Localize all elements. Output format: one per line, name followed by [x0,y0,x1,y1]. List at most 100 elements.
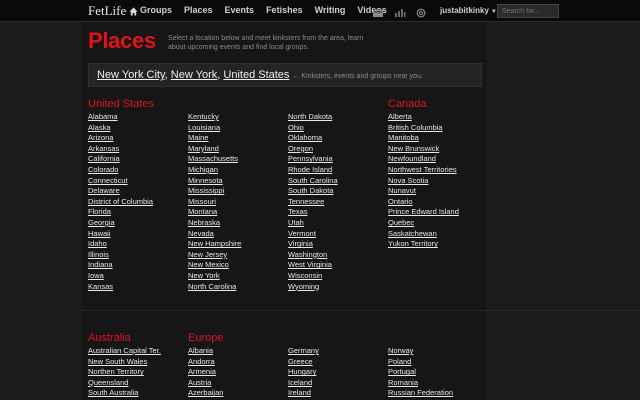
us-state-link-washington[interactable]: Washington [288,250,338,261]
nav-places[interactable]: Places [184,5,213,15]
us-state-link-california[interactable]: California [88,154,153,165]
europe-country-link-portugal[interactable]: Portugal [388,367,453,378]
europe-country-link-albania[interactable]: Albania [188,346,223,357]
us-state-link-south-dakota[interactable]: South Dakota [288,186,338,197]
us-state-link-kansas[interactable]: Kansas [88,282,153,293]
region-title-united-states[interactable]: United States [88,98,154,110]
europe-country-link-norway[interactable]: Norway [388,346,453,357]
us-state-link-iowa[interactable]: Iowa [88,271,153,282]
us-state-link-nevada[interactable]: Nevada [188,229,241,240]
us-state-link-maryland[interactable]: Maryland [188,144,241,155]
us-state-link-illinois[interactable]: Illinois [88,250,153,261]
us-state-link-indiana[interactable]: Indiana [88,260,153,271]
canada-province-link-prince-edward-island[interactable]: Prince Edward Island [388,207,459,218]
europe-country-link-hungary[interactable]: Hungary [288,367,319,378]
australia-state-link-australian-capital-ter[interactable]: Australian Capital Ter. [88,346,161,357]
canada-province-link-manitoba[interactable]: Manitoba [388,133,459,144]
us-state-link-maine[interactable]: Maine [188,133,241,144]
current-country-link[interactable]: United States [223,69,289,81]
current-city-link[interactable]: New York City [97,69,165,81]
us-state-link-district-of-columbia[interactable]: District of Columbia [88,197,153,208]
search-input[interactable] [497,4,559,18]
us-state-link-idaho[interactable]: Idaho [88,239,153,250]
us-state-link-new-york[interactable]: New York [188,271,241,282]
region-title-canada[interactable]: Canada [388,98,427,110]
friends-icon[interactable] [394,5,406,17]
us-state-link-utah[interactable]: Utah [288,218,338,229]
canada-province-link-nunavut[interactable]: Nunavut [388,186,459,197]
us-state-link-montana[interactable]: Montana [188,207,241,218]
us-state-link-alabama[interactable]: Alabama [88,112,153,123]
europe-country-link-austria[interactable]: Austria [188,378,223,389]
us-state-link-virginia[interactable]: Virginia [288,239,338,250]
australia-state-link-queensland[interactable]: Queensland [88,378,161,389]
us-state-link-georgia[interactable]: Georgia [88,218,153,229]
us-state-link-wisconsin[interactable]: Wisconsin [288,271,338,282]
europe-country-link-andorra[interactable]: Andorra [188,357,223,368]
us-state-link-new-jersey[interactable]: New Jersey [188,250,241,261]
us-state-link-north-carolina[interactable]: North Carolina [188,282,241,293]
inbox-icon[interactable] [372,5,384,17]
us-state-link-new-mexico[interactable]: New Mexico [188,260,241,271]
us-state-link-massachusetts[interactable]: Massachusetts [188,154,241,165]
us-state-link-alaska[interactable]: Alaska [88,123,153,134]
us-state-link-rhode-island[interactable]: Rhode Island [288,165,338,176]
europe-country-link-poland[interactable]: Poland [388,357,453,368]
canada-province-link-quebec[interactable]: Quebec [388,218,459,229]
us-state-link-tennessee[interactable]: Tennessee [288,197,338,208]
us-state-link-pennsylvania[interactable]: Pennsylvania [288,154,338,165]
canada-province-link-yukon-territory[interactable]: Yukon Territory [388,239,459,250]
europe-country-link-azerbaijan[interactable]: Azerbaijan [188,388,223,399]
nav-fetishes[interactable]: Fetishes [266,5,303,15]
us-state-link-north-dakota[interactable]: North Dakota [288,112,338,123]
us-state-link-oregon[interactable]: Oregon [288,144,338,155]
current-state-link[interactable]: New York [171,69,217,81]
us-state-link-minnesota[interactable]: Minnesota [188,176,241,187]
us-state-link-missouri[interactable]: Missouri [188,197,241,208]
europe-country-link-russian-federation[interactable]: Russian Federation [388,388,453,399]
mentions-icon[interactable] [416,5,428,18]
us-state-link-west-virginia[interactable]: West Virginia [288,260,338,271]
us-state-link-florida[interactable]: Florida [88,207,153,218]
nav-writing[interactable]: Writing [315,5,346,15]
region-title-australia[interactable]: Australia [88,332,131,344]
us-state-link-connecticut[interactable]: Connecticut [88,176,153,187]
user-menu[interactable]: justabitkinky ▼ [440,6,497,15]
us-state-link-michigan[interactable]: Michigan [188,165,241,176]
us-state-link-hawaii[interactable]: Hawaii [88,229,153,240]
canada-province-link-northwest-territories[interactable]: Northwest Territories [388,165,459,176]
us-state-link-wyoming[interactable]: Wyoming [288,282,338,293]
europe-country-link-armenia[interactable]: Armenia [188,367,223,378]
europe-country-link-greece[interactable]: Greece [288,357,319,368]
us-state-link-oklahoma[interactable]: Oklahoma [288,133,338,144]
us-state-link-mississippi[interactable]: Mississippi [188,186,241,197]
europe-country-link-romania[interactable]: Romania [388,378,453,389]
us-state-link-arkansas[interactable]: Arkansas [88,144,153,155]
europe-country-link-iceland[interactable]: Iceland [288,378,319,389]
us-state-link-texas[interactable]: Texas [288,207,338,218]
canada-province-link-british-columbia[interactable]: British Columbia [388,123,459,134]
fetlife-logo[interactable]: FetLife [88,3,138,19]
us-state-link-louisiana[interactable]: Louisiana [188,123,241,134]
canada-province-link-nova-scotia[interactable]: Nova Scotia [388,176,459,187]
canada-province-link-alberta[interactable]: Alberta [388,112,459,123]
europe-country-link-germany[interactable]: Germany [288,346,319,357]
us-state-link-kentucky[interactable]: Kentucky [188,112,241,123]
australia-state-link-new-south-wales[interactable]: New South Wales [88,357,161,368]
region-title-europe[interactable]: Europe [188,332,223,344]
nav-events[interactable]: Events [225,5,255,15]
us-state-link-colorado[interactable]: Colorado [88,165,153,176]
us-state-link-south-carolina[interactable]: South Carolina [288,176,338,187]
us-state-link-new-hampshire[interactable]: New Hampshire [188,239,241,250]
us-state-link-arizona[interactable]: Arizona [88,133,153,144]
us-state-link-delaware[interactable]: Delaware [88,186,153,197]
australia-state-link-south-australia[interactable]: South Australia [88,388,161,399]
canada-province-link-ontario[interactable]: Ontario [388,197,459,208]
europe-country-link-ireland[interactable]: Ireland [288,388,319,399]
canada-province-link-saskatchewan[interactable]: Saskatchewan [388,229,459,240]
canada-province-link-newfoundland[interactable]: Newfoundland [388,154,459,165]
us-state-link-nebraska[interactable]: Nebraska [188,218,241,229]
canada-province-link-new-brunswick[interactable]: New Brunswick [388,144,459,155]
us-state-link-vermont[interactable]: Vermont [288,229,338,240]
us-state-link-ohio[interactable]: Ohio [288,123,338,134]
